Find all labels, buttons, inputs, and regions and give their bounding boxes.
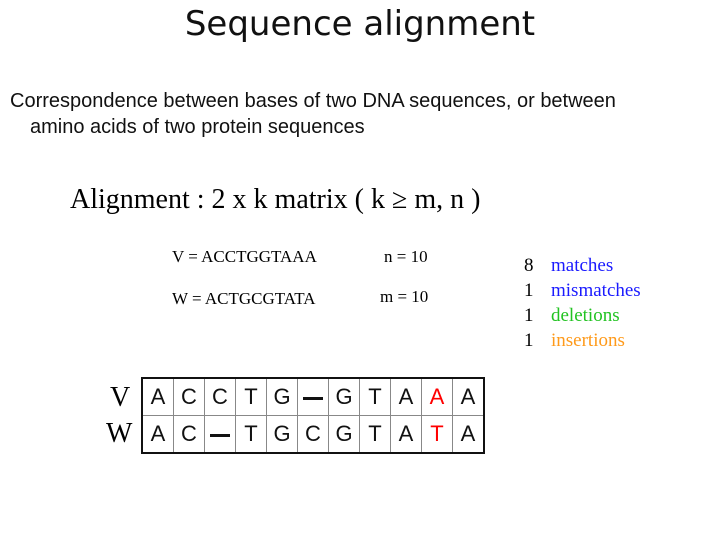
stat-count: 1 [524,330,534,351]
stat-mismatches: 1 mismatches [524,278,641,303]
alignment-definition: Alignment : 2 x k matrix ( k ≥ m, n ) [70,184,481,215]
base-cell: T [235,377,267,416]
stat-label: insertions [551,330,625,351]
stat-count: 1 [524,280,534,301]
mismatch-cell: A [421,377,453,416]
base-cell: A [390,377,422,416]
base-cell: A [390,415,422,454]
description-line-1: Correspondence between bases of two DNA … [10,90,616,112]
base-cell: T [359,377,391,416]
alignment-matrix: ACCTGGTAAAACTGCGTATA [141,377,485,454]
base-cell: G [328,415,360,454]
stat-label: mismatches [551,280,641,301]
stat-label: matches [551,255,614,276]
base-cell: C [173,415,205,454]
stat-insertions: 1 insertions [524,328,641,353]
base-cell: A [141,377,174,416]
stat-deletions: 1 deletions [524,303,641,328]
sequence-w-length: m = 10 [380,287,429,306]
row-label-v: V [110,382,131,413]
stat-label: deletions [551,305,620,326]
sequence-v-length: n = 10 [384,247,428,266]
sequence-w: W = ACTGCGTATA [172,289,316,308]
base-cell: G [266,377,298,416]
stat-matches: 8 matches [524,253,641,278]
description-line-2: amino acids of two protein sequences [30,116,365,138]
base-cell: C [173,377,205,416]
alignment-row-v: ACCTGGTAAA [141,377,485,416]
alignment-stats: 8 matches 1 mismatches 1 deletions 1 inserti… [524,253,641,353]
base-cell: C [297,415,329,454]
stat-count: 1 [524,305,534,326]
row-label-w: W [106,418,133,449]
base-cell: T [359,415,391,454]
base-cell: A [452,377,485,416]
base-cell: A [452,415,485,454]
base-cell: C [204,377,236,416]
base-cell: G [266,415,298,454]
sequence-v: V = ACCTGGTAAA [172,247,317,266]
gap-cell [204,415,236,454]
alignment-row-w: ACTGCGTATA [141,415,485,454]
gap-cell [297,377,329,416]
stat-count: 8 [524,255,534,276]
base-cell: G [328,377,360,416]
base-cell: T [235,415,267,454]
mismatch-cell: T [421,415,453,454]
base-cell: A [141,415,174,454]
slide-title: Sequence alignment [184,4,536,44]
